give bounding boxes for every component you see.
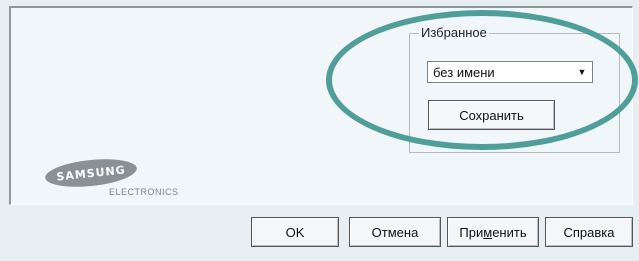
chevron-down-icon[interactable]: ▼ xyxy=(573,63,591,81)
favorites-select[interactable]: без имени ▼ xyxy=(427,61,593,83)
dialog-window: Избранное без имени ▼ Сохранить SAMSUNG … xyxy=(0,0,639,261)
favorites-select-value: без имени xyxy=(433,65,495,80)
apply-button[interactable]: При м енить xyxy=(447,217,539,247)
apply-label-accelerator: м xyxy=(483,224,493,240)
samsung-logo-text: SAMSUNG xyxy=(55,162,127,184)
ok-button[interactable]: OK xyxy=(251,217,339,247)
settings-panel: Избранное без имени ▼ Сохранить SAMSUNG … xyxy=(9,6,633,205)
apply-label-post: енить xyxy=(492,224,527,240)
samsung-logo-subtext: ELECTRONICS xyxy=(109,187,179,197)
samsung-logo: SAMSUNG ELECTRONICS xyxy=(31,155,191,205)
apply-label-pre: При xyxy=(459,224,484,240)
help-button[interactable]: Справка xyxy=(545,217,633,247)
favorites-groupbox: Избранное без имени ▼ Сохранить xyxy=(409,25,620,153)
favorites-label: Избранное xyxy=(419,25,489,40)
save-button[interactable]: Сохранить xyxy=(428,100,555,130)
samsung-logo-oval: SAMSUNG xyxy=(43,155,139,191)
cancel-button[interactable]: Отмена xyxy=(349,217,441,247)
